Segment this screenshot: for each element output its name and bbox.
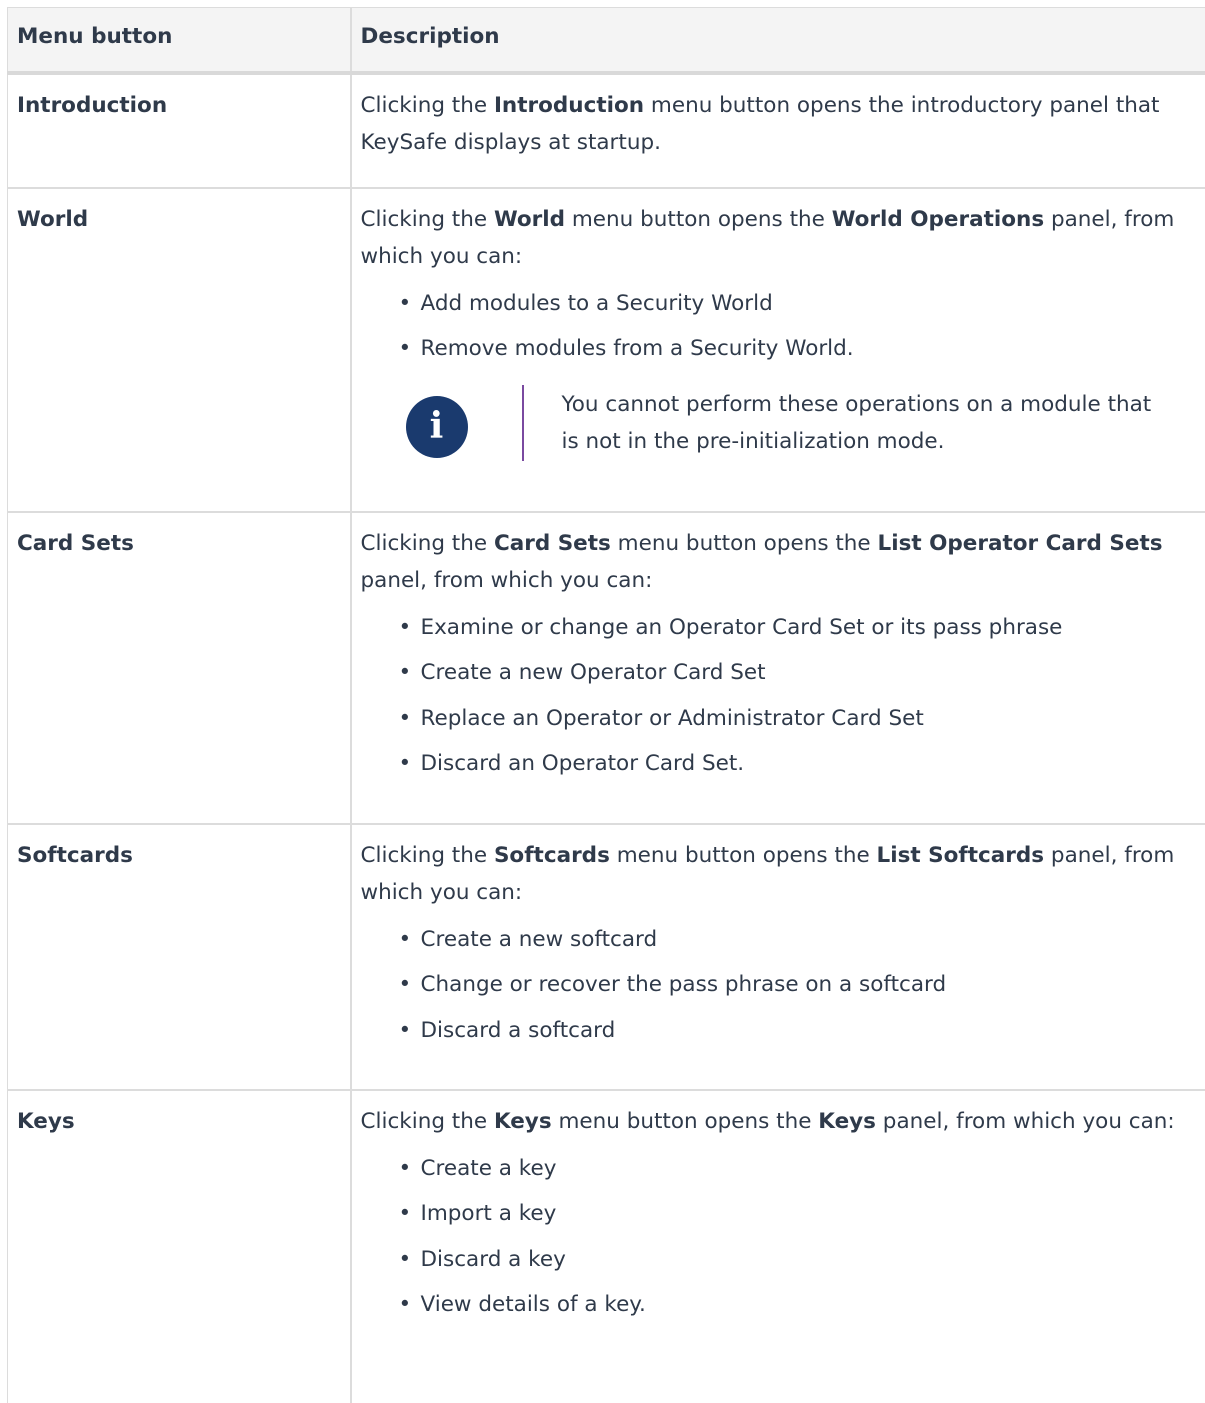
text-fragment: Clicking the xyxy=(361,531,494,556)
row-description: Clicking the Introduction menu button op… xyxy=(351,73,1205,188)
bold-term: Card Sets xyxy=(494,531,611,556)
list-item: Discard a softcard xyxy=(399,1012,1196,1058)
row-description: Clicking the Softcards menu button opens… xyxy=(351,824,1205,1090)
note-text: You cannot perform these operations on a… xyxy=(562,386,1152,460)
list-item: Discard a key xyxy=(399,1241,1196,1287)
list-item: Examine or change an Operator Card Set o… xyxy=(399,609,1196,655)
bold-term: Keys xyxy=(818,1109,876,1134)
bullet-list: Create a new softcard Change or recover … xyxy=(361,921,1196,1058)
description-text: Clicking the Introduction menu button op… xyxy=(361,87,1196,161)
bold-term: Introduction xyxy=(494,93,644,118)
bold-term: World Operations xyxy=(832,207,1044,232)
row-description: Clicking the Keys menu button opens the … xyxy=(351,1090,1205,1403)
header-menu-button: Menu button xyxy=(8,8,351,73)
description-text: Clicking the Keys menu button opens the … xyxy=(361,1103,1196,1140)
table-header-row: Menu button Description xyxy=(8,8,1205,73)
text-fragment: Clicking the xyxy=(361,1109,494,1134)
bold-term: World xyxy=(494,207,565,232)
text-fragment: panel, from which you can: xyxy=(876,1109,1175,1134)
bullet-list: Examine or change an Operator Card Set o… xyxy=(361,609,1196,791)
list-item: Discard an Operator Card Set. xyxy=(399,745,1196,791)
list-item: Import a key xyxy=(399,1195,1196,1241)
row-name: Introduction xyxy=(8,73,351,188)
text-fragment: panel, from which you can: xyxy=(361,568,653,593)
table-row: Card Sets Clicking the Card Sets menu bu… xyxy=(8,512,1205,824)
bullet-list: Create a key Import a key Discard a key … xyxy=(361,1150,1196,1332)
bold-term: List Softcards xyxy=(877,843,1045,868)
note-callout: i You cannot perform these operations on… xyxy=(406,384,1196,462)
row-name: Softcards xyxy=(8,824,351,1090)
text-fragment: Clicking the xyxy=(361,93,494,118)
description-text: Clicking the Softcards menu button opens… xyxy=(361,837,1196,911)
text-fragment: menu button opens the xyxy=(552,1109,819,1134)
list-item: Remove modules from a Security World. xyxy=(399,330,1196,376)
list-item: View details of a key. xyxy=(399,1286,1196,1332)
bold-term: Keys xyxy=(494,1109,552,1134)
bullet-list: Add modules to a Security World Remove m… xyxy=(361,285,1196,376)
table-row: Keys Clicking the Keys menu button opens… xyxy=(8,1090,1205,1403)
list-item: Create a key xyxy=(399,1150,1196,1196)
text-fragment: menu button opens the xyxy=(611,531,878,556)
text-fragment: menu button opens the xyxy=(610,843,877,868)
info-icon: i xyxy=(406,396,468,458)
list-item: Change or recover the pass phrase on a s… xyxy=(399,966,1196,1012)
note-divider xyxy=(522,385,524,461)
text-fragment: Clicking the xyxy=(361,843,494,868)
text-fragment: Clicking the xyxy=(361,207,494,232)
list-item: Create a new softcard xyxy=(399,921,1196,967)
table-row: World Clicking the World menu button ope… xyxy=(8,188,1205,512)
row-description: Clicking the Card Sets menu button opens… xyxy=(351,512,1205,824)
row-name: World xyxy=(8,188,351,512)
list-item: Create a new Operator Card Set xyxy=(399,654,1196,700)
row-description: Clicking the World menu button opens the… xyxy=(351,188,1205,512)
table-row: Introduction Clicking the Introduction m… xyxy=(8,73,1205,188)
list-item: Replace an Operator or Administrator Car… xyxy=(399,700,1196,746)
header-description: Description xyxy=(351,8,1205,73)
row-name: Keys xyxy=(8,1090,351,1403)
list-item: Add modules to a Security World xyxy=(399,285,1196,331)
table-row: Softcards Clicking the Softcards menu bu… xyxy=(8,824,1205,1090)
menu-button-table: Menu button Description Introduction Cli… xyxy=(7,7,1205,1403)
bold-term: Softcards xyxy=(494,843,610,868)
bold-term: List Operator Card Sets xyxy=(878,531,1163,556)
description-text: Clicking the Card Sets menu button opens… xyxy=(361,525,1196,599)
text-fragment: menu button opens the xyxy=(565,207,832,232)
description-text: Clicking the World menu button opens the… xyxy=(361,201,1196,275)
row-name: Card Sets xyxy=(8,512,351,824)
